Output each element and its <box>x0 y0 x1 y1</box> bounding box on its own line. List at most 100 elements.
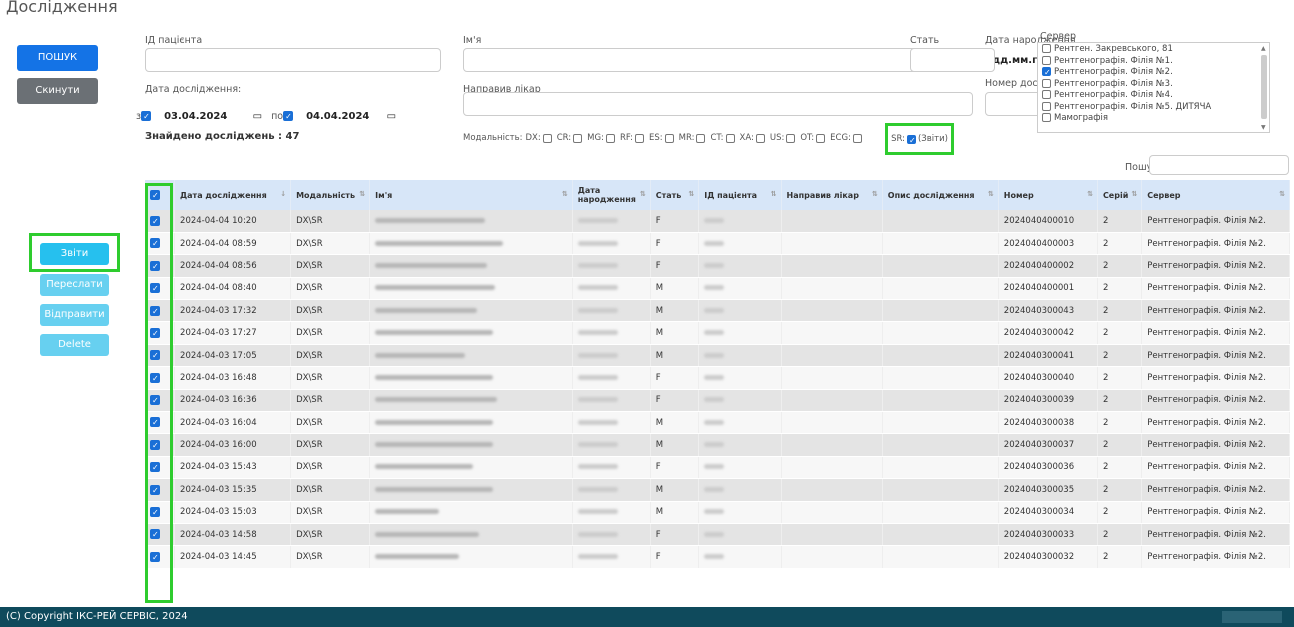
table-search-input[interactable] <box>1149 155 1289 175</box>
server-item[interactable]: Мамографія <box>1042 113 1265 125</box>
row-checkbox[interactable] <box>150 462 160 473</box>
sex-input[interactable] <box>910 48 995 72</box>
select-all-header[interactable] <box>145 180 176 210</box>
name-input[interactable] <box>463 48 973 72</box>
row-checkbox[interactable] <box>150 260 160 271</box>
modality-xa-checkbox[interactable] <box>755 133 765 143</box>
modality-dx-checkbox[interactable] <box>542 133 552 143</box>
row-select-cell[interactable] <box>145 545 176 569</box>
server-checkbox[interactable] <box>1042 44 1051 53</box>
table-row[interactable]: 2024-04-03 17:05DX\SR M 20240403000412Рент… <box>145 344 1290 368</box>
row-select-cell[interactable] <box>145 411 176 435</box>
table-row[interactable]: 2024-04-03 17:27DX\SR M 20240403000422Рент… <box>145 321 1290 345</box>
row-checkbox[interactable] <box>150 215 160 226</box>
col-birth-date[interactable]: Дата народження ⇅ <box>572 180 651 210</box>
delete-button[interactable]: Delete <box>40 334 109 356</box>
row-select-cell[interactable] <box>145 523 176 547</box>
col-sex[interactable]: Стать ⇅ <box>650 180 700 210</box>
patient-id-input[interactable] <box>145 48 441 72</box>
col-name[interactable]: Ім'я ⇅ <box>369 180 573 210</box>
row-checkbox[interactable] <box>150 529 160 540</box>
row-select-cell[interactable] <box>145 344 176 368</box>
modality-ecg-checkbox[interactable] <box>852 133 862 143</box>
modality-sr-checkbox[interactable] <box>906 134 916 145</box>
col-study-date[interactable]: Дата дослідження ↓ <box>174 180 292 210</box>
forward-button[interactable]: Переслати <box>40 274 109 296</box>
col-modality[interactable]: Модальність ⇅ <box>290 180 371 210</box>
row-select-cell[interactable] <box>145 254 176 278</box>
search-button[interactable]: ПОШУК <box>17 45 98 71</box>
row-checkbox[interactable] <box>150 372 160 383</box>
date-to-checkbox[interactable] <box>283 111 294 121</box>
row-checkbox[interactable] <box>150 238 160 249</box>
modality-ot-checkbox[interactable] <box>816 133 826 143</box>
modality-rf-checkbox[interactable] <box>634 133 644 143</box>
col-description[interactable]: Опис дослідження ⇅ <box>882 180 999 210</box>
table-row[interactable]: 2024-04-03 16:36DX\SR F 20240403000392Рент… <box>145 389 1290 413</box>
table-row[interactable]: 2024-04-04 08:40DX\SR M 20240404000012Рент… <box>145 277 1290 301</box>
server-list[interactable]: Рентген. Закревського, 81 Рентгенографія… <box>1037 42 1270 133</box>
row-select-cell[interactable] <box>145 210 176 233</box>
col-series[interactable]: Серій ⇅ <box>1097 180 1143 210</box>
calendar-icon[interactable]: ▭ <box>387 111 396 122</box>
table-row[interactable]: 2024-04-03 16:00DX\SR M 20240403000372Рент… <box>145 433 1290 457</box>
modality-cr-checkbox[interactable] <box>573 133 583 143</box>
table-row[interactable]: 2024-04-03 15:43DX\SR F 20240403000362Рент… <box>145 456 1290 480</box>
row-select-cell[interactable] <box>145 299 176 323</box>
calendar-icon[interactable]: ▭ <box>253 111 262 122</box>
table-row[interactable]: 2024-04-03 17:32DX\SR M 20240403000432Рент… <box>145 299 1290 323</box>
row-select-cell[interactable] <box>145 478 176 502</box>
server-checkbox[interactable] <box>1042 90 1051 99</box>
row-checkbox[interactable] <box>150 305 160 316</box>
date-from-checkbox[interactable] <box>141 111 152 121</box>
row-checkbox[interactable] <box>150 283 160 294</box>
server-checkbox[interactable] <box>1042 78 1051 88</box>
reports-button[interactable]: Звіти <box>40 243 109 265</box>
table-row[interactable]: 2024-04-04 08:59DX\SR F 20240404000032Рент… <box>145 232 1290 256</box>
date-from-input[interactable]: 03.04.2024 ▭ <box>157 104 270 128</box>
row-checkbox[interactable] <box>150 484 160 495</box>
row-checkbox[interactable] <box>150 439 160 450</box>
modality-es-checkbox[interactable] <box>664 133 674 143</box>
server-item[interactable]: Рентгенографія. Філія №3. <box>1042 78 1265 91</box>
reset-button[interactable]: Скинути <box>17 78 98 104</box>
col-referring-doctor[interactable]: Направив лікар ⇅ <box>781 180 883 210</box>
col-patient-id[interactable]: ІД пацієнта ⇅ <box>698 180 782 210</box>
server-item[interactable]: Рентген. Закревського, 81 <box>1042 44 1265 56</box>
col-number[interactable]: Номер ⇅ <box>998 180 1098 210</box>
referring-doctor-input[interactable] <box>463 92 973 116</box>
row-checkbox[interactable] <box>150 350 160 361</box>
server-list-scrollbar[interactable]: ▲ ▼ <box>1261 45 1267 131</box>
server-item[interactable]: Рентгенографія. Філія №2. <box>1042 67 1265 79</box>
row-checkbox[interactable] <box>150 417 160 428</box>
table-row[interactable]: 2024-04-03 14:45DX\SR F 20240403000322Рент… <box>145 545 1290 569</box>
table-row[interactable]: 2024-04-04 10:20DX\SR F 20240404000102Рент… <box>145 210 1290 233</box>
modality-mr-checkbox[interactable] <box>696 133 706 143</box>
row-select-cell[interactable] <box>145 232 176 256</box>
table-row[interactable]: 2024-04-03 15:35DX\SR M 20240403000352Рент… <box>145 478 1290 502</box>
modality-us-checkbox[interactable] <box>786 133 796 143</box>
server-checkbox[interactable] <box>1042 101 1051 111</box>
send-button[interactable]: Відправити <box>40 304 109 326</box>
row-checkbox[interactable] <box>150 551 160 562</box>
col-server[interactable]: Сервер ⇅ <box>1141 180 1290 210</box>
row-checkbox[interactable] <box>150 395 160 406</box>
server-checkbox[interactable] <box>1042 113 1051 122</box>
table-row[interactable]: 2024-04-03 16:04DX\SR M 20240403000382Рент… <box>145 411 1290 435</box>
row-select-cell[interactable] <box>145 389 176 413</box>
server-item[interactable]: Рентгенографія. Філія №5. ДИТЯЧА <box>1042 101 1265 114</box>
row-select-cell[interactable] <box>145 433 176 457</box>
table-row[interactable]: 2024-04-03 16:48DX\SR F 20240403000402Рент… <box>145 366 1290 390</box>
server-checkbox[interactable] <box>1042 55 1051 65</box>
row-select-cell[interactable] <box>145 321 176 345</box>
table-row[interactable]: 2024-04-03 15:03DX\SR M 20240403000342Рент… <box>145 501 1290 524</box>
row-select-cell[interactable] <box>145 501 176 524</box>
table-row[interactable]: 2024-04-03 14:58DX\SR F 20240403000332Рент… <box>145 523 1290 547</box>
row-select-cell[interactable] <box>145 456 176 480</box>
modality-mg-checkbox[interactable] <box>605 133 615 143</box>
row-checkbox[interactable] <box>150 327 160 338</box>
server-checkbox[interactable] <box>1042 67 1051 77</box>
date-to-input[interactable]: 04.04.2024 ▭ <box>299 104 404 128</box>
row-select-cell[interactable] <box>145 277 176 301</box>
row-checkbox[interactable] <box>150 507 160 518</box>
